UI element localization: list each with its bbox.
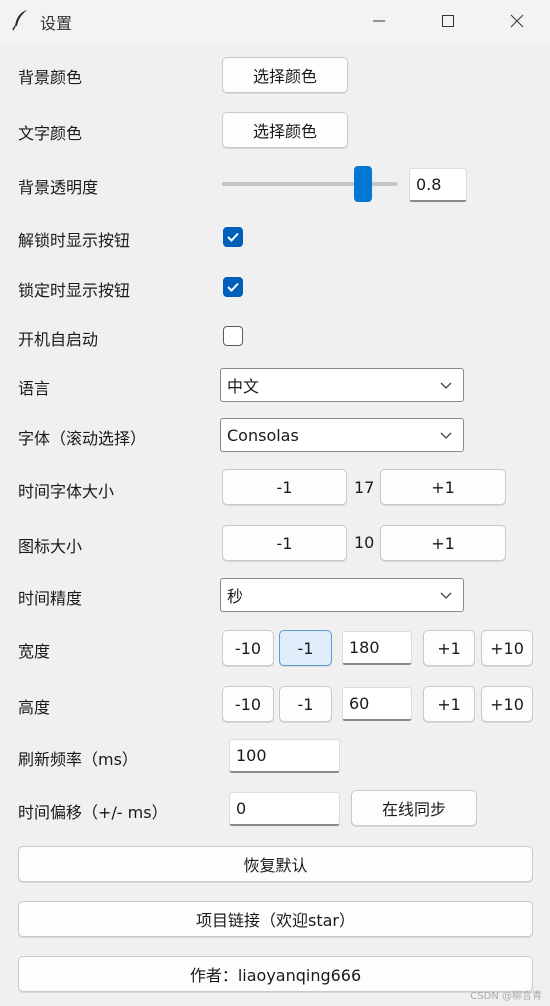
width-plus1-button[interactable]: +1 — [423, 630, 475, 666]
show-btn-unlocked-checkbox[interactable] — [223, 227, 243, 247]
width-value-field[interactable]: 180 — [342, 631, 412, 665]
bg-opacity-label: 背景透明度 — [18, 178, 99, 197]
font-select[interactable]: Consolas — [220, 418, 464, 452]
time-precision-select[interactable]: 秒 — [220, 578, 464, 612]
autostart-checkbox[interactable] — [223, 326, 243, 346]
feather-icon — [10, 8, 32, 32]
checkmark-icon — [227, 232, 239, 242]
icon-size-value: 10 — [354, 533, 375, 552]
height-plus10-button[interactable]: +10 — [481, 686, 533, 722]
width-minus1-button[interactable]: -1 — [279, 630, 332, 666]
opacity-value-field[interactable]: 0.8 — [409, 168, 467, 202]
time-offset-label: 时间偏移（+/- ms） — [18, 803, 168, 822]
chevron-down-icon — [440, 432, 452, 439]
time-offset-field[interactable]: 0 — [229, 792, 340, 826]
restore-defaults-button[interactable]: 恢复默认 — [18, 846, 533, 882]
show-btn-unlocked-label: 解锁时显示按钮 — [18, 231, 131, 250]
maximize-icon — [442, 15, 454, 27]
title-bar: 设置 — [0, 0, 550, 42]
checkmark-icon — [227, 282, 239, 292]
project-link-button[interactable]: 项目链接（欢迎star） — [18, 901, 533, 937]
opacity-slider-fill — [222, 182, 363, 186]
minimize-button[interactable] — [344, 0, 414, 42]
minimize-icon — [373, 20, 385, 22]
close-icon — [510, 14, 524, 28]
text-color-button[interactable]: 选择颜色 — [222, 112, 348, 148]
maximize-button[interactable] — [413, 0, 483, 42]
refresh-rate-label: 刷新频率（ms） — [18, 750, 138, 769]
window-title: 设置 — [40, 14, 73, 33]
height-label: 高度 — [18, 698, 51, 717]
online-sync-button[interactable]: 在线同步 — [351, 790, 477, 826]
show-btn-locked-label: 锁定时显示按钮 — [18, 281, 131, 300]
watermark: CSDN @柳言青 — [470, 991, 542, 1002]
bg-color-button[interactable]: 选择颜色 — [222, 57, 348, 93]
refresh-rate-field[interactable]: 100 — [229, 739, 340, 773]
chevron-down-icon — [440, 382, 452, 389]
time-precision-selected: 秒 — [227, 587, 244, 606]
language-selected: 中文 — [227, 377, 260, 396]
icon-size-increase-button[interactable]: +1 — [380, 525, 506, 561]
font-selected: Consolas — [227, 425, 299, 445]
time-font-size-label: 时间字体大小 — [18, 482, 115, 501]
author-button[interactable]: 作者：liaoyanqing666 — [18, 956, 533, 992]
show-btn-locked-checkbox[interactable] — [223, 277, 243, 297]
width-minus10-button[interactable]: -10 — [222, 630, 274, 666]
font-label: 字体（滚动选择） — [18, 429, 147, 448]
text-color-label: 文字颜色 — [18, 124, 83, 143]
time-font-size-increase-button[interactable]: +1 — [380, 469, 506, 505]
width-plus10-button[interactable]: +10 — [481, 630, 533, 666]
language-select[interactable]: 中文 — [220, 368, 464, 402]
close-button[interactable] — [482, 0, 550, 42]
icon-size-label: 图标大小 — [18, 537, 83, 556]
height-minus1-button[interactable]: -1 — [279, 686, 332, 722]
time-font-size-decrease-button[interactable]: -1 — [222, 469, 347, 505]
chevron-down-icon — [440, 592, 452, 599]
height-value-field[interactable]: 60 — [342, 687, 412, 721]
width-label: 宽度 — [18, 642, 51, 661]
bg-color-label: 背景颜色 — [18, 68, 83, 87]
height-minus10-button[interactable]: -10 — [222, 686, 274, 722]
opacity-slider-thumb[interactable] — [353, 166, 372, 202]
time-precision-label: 时间精度 — [18, 589, 83, 608]
time-font-size-value: 17 — [354, 478, 375, 497]
height-plus1-button[interactable]: +1 — [423, 686, 475, 722]
autostart-label: 开机自启动 — [18, 330, 99, 349]
language-label: 语言 — [18, 379, 51, 398]
icon-size-decrease-button[interactable]: -1 — [222, 525, 347, 561]
